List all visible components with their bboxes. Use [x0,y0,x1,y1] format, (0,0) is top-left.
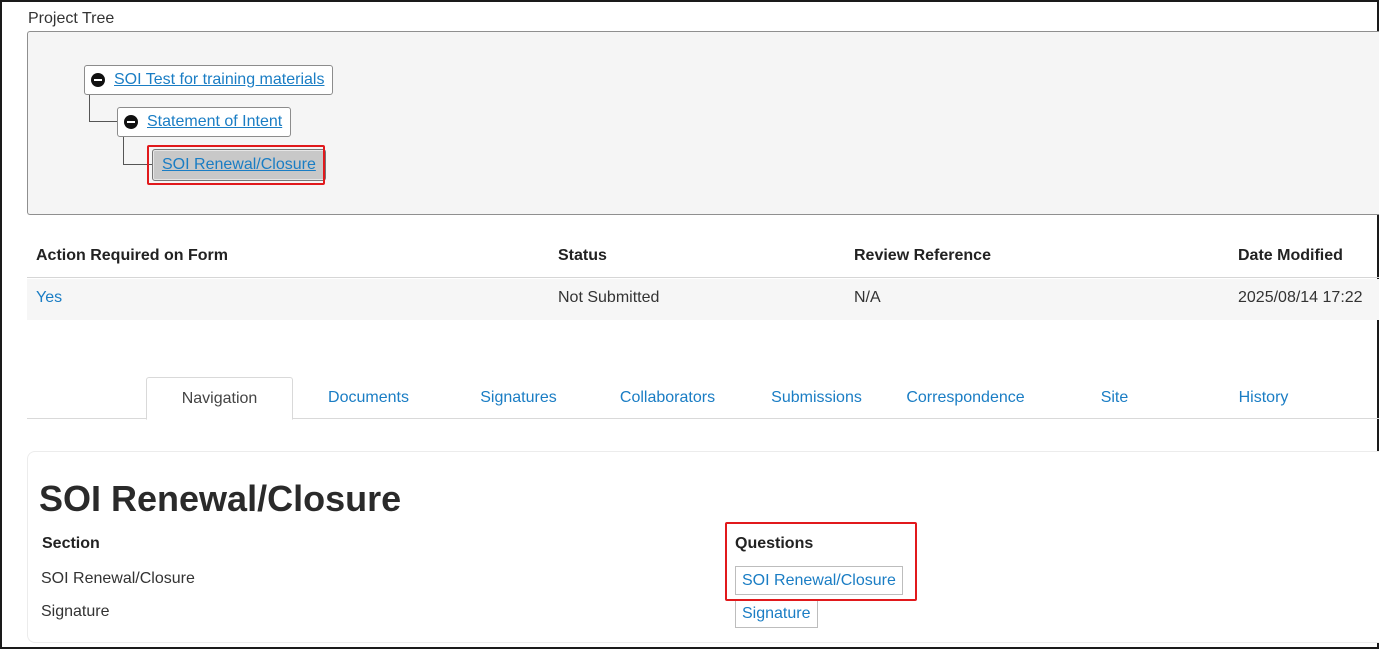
review-reference-value: N/A [854,289,881,306]
section-column-header: Section [42,535,100,552]
action-required-link[interactable]: Yes [36,289,62,307]
highlight-box [147,145,325,185]
column-header: Status [558,247,607,264]
tab-bar: Navigation Documents Signatures Collabor… [27,377,1379,420]
highlight-box [725,522,917,601]
tab-signatures[interactable]: Signatures [445,377,592,419]
column-header: Action Required on Form [36,247,228,264]
tab-collaborators[interactable]: Collaborators [594,377,741,419]
tree-node-link[interactable]: SOI Test for training materials [114,71,324,89]
tab-site[interactable]: Site [1041,377,1188,419]
tab-documents[interactable]: Documents [295,377,442,419]
collapse-icon[interactable] [91,73,105,87]
status-table-header: Action Required on Form Status Review Re… [27,236,1379,278]
section-item: SOI Renewal/Closure [41,570,195,587]
tab-navigation[interactable]: Navigation [146,377,293,420]
page-title: SOI Renewal/Closure [39,478,402,519]
project-tree-label: Project Tree [28,10,115,27]
column-header: Review Reference [854,247,991,264]
date-modified-value: 2025/08/14 17:22 [1238,289,1363,306]
tree-node-link[interactable]: Statement of Intent [147,113,282,131]
tab-correspondence[interactable]: Correspondence [892,377,1039,419]
tree-node-statement: Statement of Intent [117,107,292,137]
tab-history[interactable]: History [1190,377,1337,419]
tree-connector [89,95,117,122]
question-link[interactable]: Signature [735,599,818,628]
column-header: Date Modified [1238,247,1343,264]
collapse-icon[interactable] [124,115,138,129]
status-table-row: Yes Not Submitted N/A 2025/08/14 17:22 [27,279,1379,320]
section-item: Signature [41,603,110,620]
status-value: Not Submitted [558,289,660,306]
tab-submissions[interactable]: Submissions [743,377,890,419]
tree-node-project: SOI Test for training materials [84,65,334,95]
